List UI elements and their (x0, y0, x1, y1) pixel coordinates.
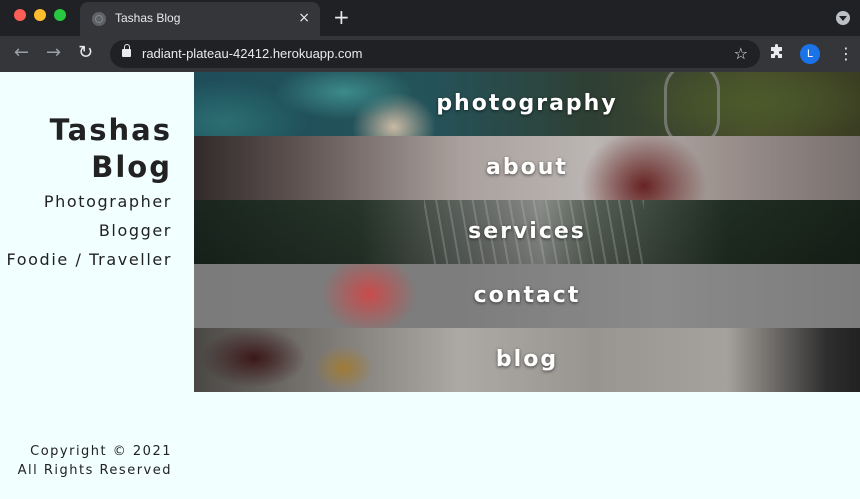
copyright-notice: Copyright © 2021 All Rights Reserved (0, 442, 172, 480)
menu-item-label: about (486, 155, 568, 180)
site-title[interactable]: Tashas Blog (0, 112, 172, 186)
menu-item-label: photography (436, 91, 618, 116)
browser-menu-icon[interactable]: ⋮ (838, 45, 854, 63)
main-menu: photography about services contact blog (194, 72, 860, 393)
menu-item-label: contact (473, 283, 581, 308)
browser-tab-bar: Tashas Blog × + (0, 0, 860, 36)
menu-item-photography[interactable]: photography (194, 72, 860, 136)
address-bar[interactable]: radiant-plateau-42412.herokuapp.com ☆ (110, 40, 760, 68)
close-window-button[interactable] (14, 9, 26, 21)
tagline-foodie-traveller: Foodie / Traveller (6, 250, 172, 269)
copyright-line2: All Rights Reserved (17, 463, 172, 478)
menu-item-contact[interactable]: contact (194, 264, 860, 328)
maximize-window-button[interactable] (54, 9, 66, 21)
tagline-photographer: Photographer (43, 192, 172, 211)
site-title-line1: Tashas (49, 113, 172, 147)
site-title-line2: Blog (91, 150, 172, 184)
copyright-line1: Copyright © 2021 (30, 444, 172, 459)
minimize-window-button[interactable] (34, 9, 46, 21)
tagline-blogger: Blogger (98, 221, 172, 240)
page-viewport: Tashas Blog Photographer Blogger Foodie … (0, 72, 860, 499)
reload-button[interactable]: ↻ (78, 43, 93, 63)
browser-toolbar: ← → ↻ radiant-plateau-42412.herokuapp.co… (0, 36, 860, 72)
browser-tab[interactable]: Tashas Blog × (80, 2, 320, 36)
bookmark-star-icon[interactable]: ☆ (734, 44, 748, 64)
menu-item-label: services (468, 219, 586, 244)
sidebar: Tashas Blog Photographer Blogger Foodie … (0, 72, 194, 499)
url-text[interactable]: radiant-plateau-42412.herokuapp.com (142, 46, 362, 61)
menu-item-about[interactable]: about (194, 136, 860, 200)
profile-avatar[interactable]: L (800, 44, 820, 64)
tab-search-icon[interactable] (836, 11, 850, 25)
lock-icon[interactable] (122, 44, 131, 57)
globe-icon (92, 12, 106, 26)
back-button[interactable]: ← (14, 43, 29, 63)
menu-item-services[interactable]: services (194, 200, 860, 264)
menu-item-label: blog (495, 347, 559, 372)
tab-close-button[interactable]: × (298, 9, 310, 27)
forward-button[interactable]: → (46, 43, 61, 63)
extensions-puzzle-icon[interactable] (769, 44, 785, 60)
new-tab-button[interactable]: + (333, 6, 350, 28)
menu-item-blog[interactable]: blog (194, 328, 860, 392)
tab-title: Tashas Blog (115, 11, 181, 25)
